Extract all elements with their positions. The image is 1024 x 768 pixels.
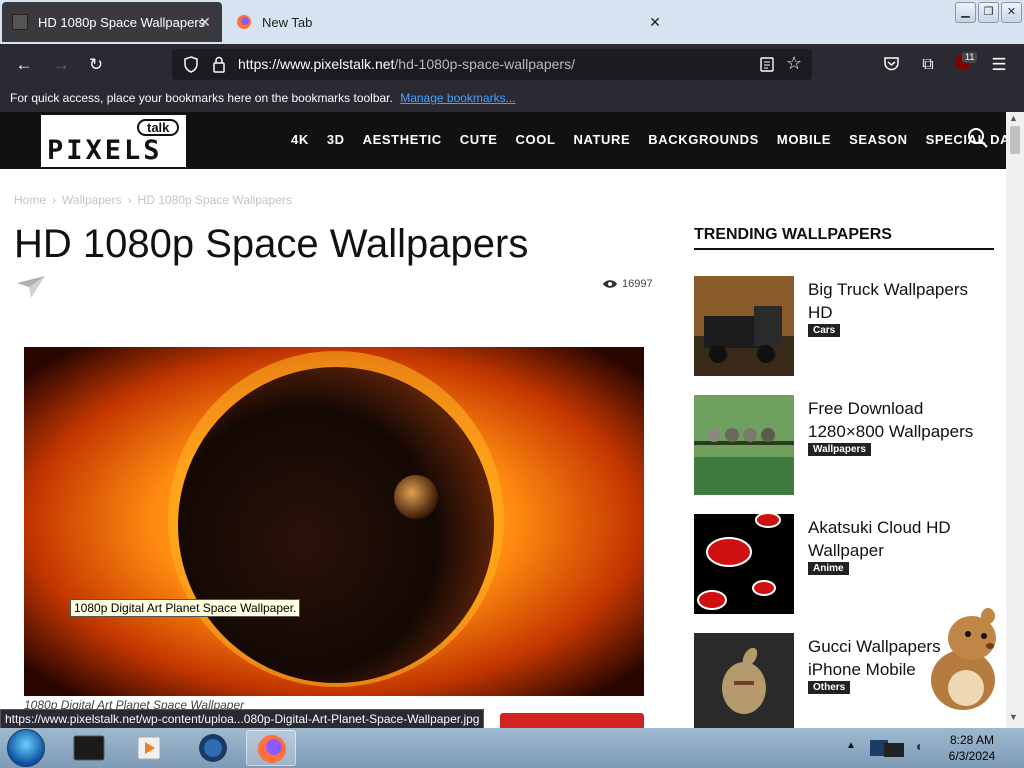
trending-item[interactable]: Free Download 1280×800 Wallpapers Wallpa… [694,395,994,495]
breadcrumb-current[interactable]: HD 1080p Space Wallpapers [138,193,292,207]
menu-item-season[interactable]: SEASON [849,132,908,147]
url-text[interactable]: https://www.pixelstalk.net/hd-1080p-spac… [238,56,575,72]
trending-title[interactable]: Akatsuki Cloud HD Wallpaper [808,516,994,562]
network-icon[interactable] [868,737,910,761]
pocket-icon[interactable] [883,56,900,72]
site-header: PIXELS talk 4K 3D AESTHETIC CUTE COOL NATURE B… [0,112,1024,169]
image-tooltip: 1080p Digital Art Planet Space Wallpaper… [70,599,301,617]
taskbar-media-player-icon[interactable] [124,730,174,766]
restore-icon[interactable]: ❐ [978,2,999,23]
back-icon[interactable]: ← [13,54,35,76]
scroll-down-icon[interactable]: ▼ [1009,712,1018,722]
nav-toolbar: ← → ↻ https://www.pixelstalk.net/hd-1080… [0,44,1024,85]
akatsuki-cloud-thumbnail[interactable] [694,514,794,614]
breadcrumb-separator-icon: › [52,193,57,207]
menu-item-aesthetic[interactable]: AESTHETIC [363,132,442,147]
menu-hamburger-icon[interactable]: ☰ [988,54,1010,76]
close-tab-icon[interactable]: ✕ [196,13,214,31]
category-badge[interactable]: Cars [808,324,841,337]
reader-view-icon[interactable] [760,57,774,72]
planet-image [24,347,644,696]
manage-bookmarks-link[interactable]: Manage bookmarks... [400,91,515,105]
view-count: 16997 [602,278,653,290]
show-hidden-icons-icon[interactable]: ▲ [846,740,856,751]
shield-icon[interactable] [183,56,199,73]
extension-badge: 11 [962,52,978,63]
scrollbar-thumb[interactable] [1010,126,1020,154]
taskbar-terminal-icon[interactable] [64,730,114,766]
lock-icon[interactable] [212,56,226,73]
extensions-icon[interactable]: ⧉ [917,54,939,76]
breadcrumb-wallpapers[interactable]: Wallpapers [62,193,122,207]
screen: HD 1080p Space Wallpapers ✕ New Tab ✕ ▁ … [0,0,1024,768]
hero-wallpaper-image[interactable] [24,347,644,696]
clock[interactable]: 8:28 AM 6/3/2024 [937,732,1007,764]
view-count-value: 16997 [622,278,653,290]
pixelstalk-favicon-icon [12,14,28,30]
reload-icon[interactable]: ↻ [85,54,107,76]
bookmarks-toolbar: For quick access, place your bookmarks h… [0,85,1024,112]
clock-date: 6/3/2024 [948,749,996,763]
tab-title: New Tab [262,14,313,30]
download-button[interactable] [500,713,644,728]
minimize-icon[interactable]: ▁ [955,2,976,23]
logo-bubble: talk [137,119,180,136]
url-path: /hd-1080p-space-wallpapers/ [394,56,575,72]
scroll-up-icon[interactable]: ▲ [1009,113,1018,123]
firefox-icon [237,15,251,29]
menu-item-cute[interactable]: CUTE [460,132,498,147]
trending-heading: TRENDING WALLPAPERS [694,226,994,250]
site-logo[interactable]: PIXELS talk [41,115,186,167]
window-controls: ▁ ❐ ✕ [955,2,1022,23]
clock-time: 8:28 AM [949,733,995,747]
tab-new-tab[interactable]: New Tab ✕ [226,2,672,42]
taskbar-firefox-icon[interactable] [246,730,296,766]
logo-word: PIXELS [47,135,163,166]
menu-item-nature[interactable]: NATURE [573,132,630,147]
hamster-mascot-icon[interactable] [918,604,1008,712]
menu-item-3d[interactable]: 3D [327,132,345,147]
breadcrumb-separator-icon: › [127,193,132,207]
main-menu: 4K 3D AESTHETIC CUTE COOL NATURE BACKGROUNDS MO… [291,132,1024,147]
trending-item[interactable]: Big Truck Wallpapers HD Cars [694,276,994,376]
breadcrumb: Home › Wallpapers › HD 1080p Space Wallpaper… [14,193,292,207]
taskbar-globe-icon[interactable] [188,730,238,766]
tab-bar: HD 1080p Space Wallpapers ✕ New Tab ✕ ▁ … [0,0,1024,44]
gucci-apple-thumbnail[interactable] [694,633,794,733]
tab-title: HD 1080p Space Wallpapers [38,14,206,30]
category-badge[interactable]: Anime [808,562,849,575]
close-window-icon[interactable]: ✕ [1001,2,1022,23]
menu-item-cool[interactable]: COOL [516,132,556,147]
menu-item-mobile[interactable]: MOBILE [777,132,831,147]
link-status-bar: https://www.pixelstalk.net/wp-content/up… [0,709,485,729]
menu-item-4k[interactable]: 4K [291,132,309,147]
bookmarks-hint: For quick access, place your bookmarks h… [10,91,393,105]
birds-thumbnail[interactable] [694,395,794,495]
bookmark-star-icon[interactable]: ☆ [786,53,802,74]
share-icon[interactable] [15,274,47,300]
volume-icon[interactable]: ◖ [914,738,922,754]
trending-item[interactable]: Akatsuki Cloud HD Wallpaper Anime [694,514,994,614]
url-host: https://www.pixelstalk.net [238,56,395,72]
category-badge[interactable]: Wallpapers [808,443,871,456]
search-icon[interactable] [966,126,990,150]
page-scrollbar[interactable]: ▲ ▼ [1006,112,1024,728]
eye-icon [603,280,617,288]
taskbar: ▲ ◖ 8:28 AM 6/3/2024 [0,728,1024,768]
menu-item-backgrounds[interactable]: BACKGROUNDS [648,132,759,147]
start-button-icon[interactable] [7,729,45,767]
page-title: HD 1080p Space Wallpapers [14,222,529,266]
forward-icon[interactable]: → [50,54,72,76]
trending-title[interactable]: Free Download 1280×800 Wallpapers [808,397,994,443]
tab-active[interactable]: HD 1080p Space Wallpapers ✕ [2,2,222,42]
trending-title[interactable]: Big Truck Wallpapers HD [808,278,994,324]
truck-thumbnail[interactable] [694,276,794,376]
breadcrumb-home[interactable]: Home [14,193,46,207]
close-tab-icon[interactable]: ✕ [646,13,664,31]
category-badge[interactable]: Others [808,681,851,694]
url-bar[interactable]: https://www.pixelstalk.net/hd-1080p-spac… [172,49,812,80]
